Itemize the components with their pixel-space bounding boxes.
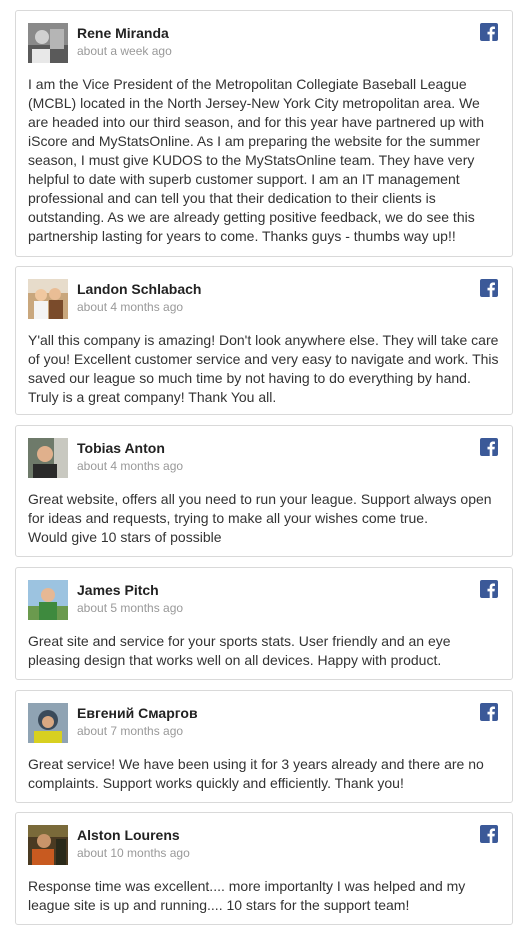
facebook-icon[interactable] (480, 23, 498, 41)
author-name[interactable]: James Pitch (77, 582, 159, 598)
author-name[interactable]: Landon Schlabach (77, 281, 201, 297)
review-card: Евгений Смаргов about 7 months ago Great… (15, 690, 513, 803)
author-name[interactable]: Tobias Anton (77, 440, 165, 456)
avatar[interactable] (28, 438, 68, 478)
review-card: James Pitch about 5 months ago Great sit… (15, 567, 513, 680)
avatar[interactable] (28, 825, 68, 865)
review-time[interactable]: about 7 months ago (77, 724, 183, 738)
review-card: Alston Lourens about 10 months ago Respo… (15, 812, 513, 925)
review-text: Great website, offers all you need to ru… (28, 491, 492, 545)
reviews-feed: Rene Miranda about a week ago I am the V… (0, 0, 528, 928)
avatar[interactable] (28, 23, 68, 63)
author-name[interactable]: Alston Lourens (77, 827, 180, 843)
author-name[interactable]: Rene Miranda (77, 25, 169, 41)
review-header: Landon Schlabach about 4 months ago (28, 279, 500, 321)
review-card: Rene Miranda about a week ago I am the V… (15, 10, 513, 257)
review-text: I am the Vice President of the Metropoli… (28, 76, 485, 244)
review-text: Y'all this company is amazing! Don't loo… (28, 332, 499, 405)
review-header: Rene Miranda about a week ago (28, 23, 500, 65)
avatar[interactable] (28, 703, 68, 743)
review-text: Great site and service for your sports s… (28, 633, 451, 668)
review-header: Tobias Anton about 4 months ago (28, 438, 500, 480)
review-card: Tobias Anton about 4 months ago Great we… (15, 425, 513, 557)
facebook-icon[interactable] (480, 580, 498, 598)
avatar[interactable] (28, 580, 68, 620)
review-header: James Pitch about 5 months ago (28, 580, 500, 622)
facebook-icon[interactable] (480, 703, 498, 721)
facebook-icon[interactable] (480, 825, 498, 843)
review-header: Alston Lourens about 10 months ago (28, 825, 500, 867)
review-time[interactable]: about 4 months ago (77, 300, 183, 314)
author-name[interactable]: Евгений Смаргов (77, 705, 198, 721)
review-time[interactable]: about 5 months ago (77, 601, 183, 615)
review-time[interactable]: about 4 months ago (77, 459, 183, 473)
review-text: Great service! We have been using it for… (28, 756, 484, 791)
review-text: Response time was excellent.... more imp… (28, 878, 466, 913)
review-time[interactable]: about a week ago (77, 44, 172, 58)
facebook-icon[interactable] (480, 438, 498, 456)
review-time[interactable]: about 10 months ago (77, 846, 190, 860)
review-card: Landon Schlabach about 4 months ago Y'al… (15, 266, 513, 415)
facebook-icon[interactable] (480, 279, 498, 297)
avatar[interactable] (28, 279, 68, 319)
review-header: Евгений Смаргов about 7 months ago (28, 703, 500, 745)
